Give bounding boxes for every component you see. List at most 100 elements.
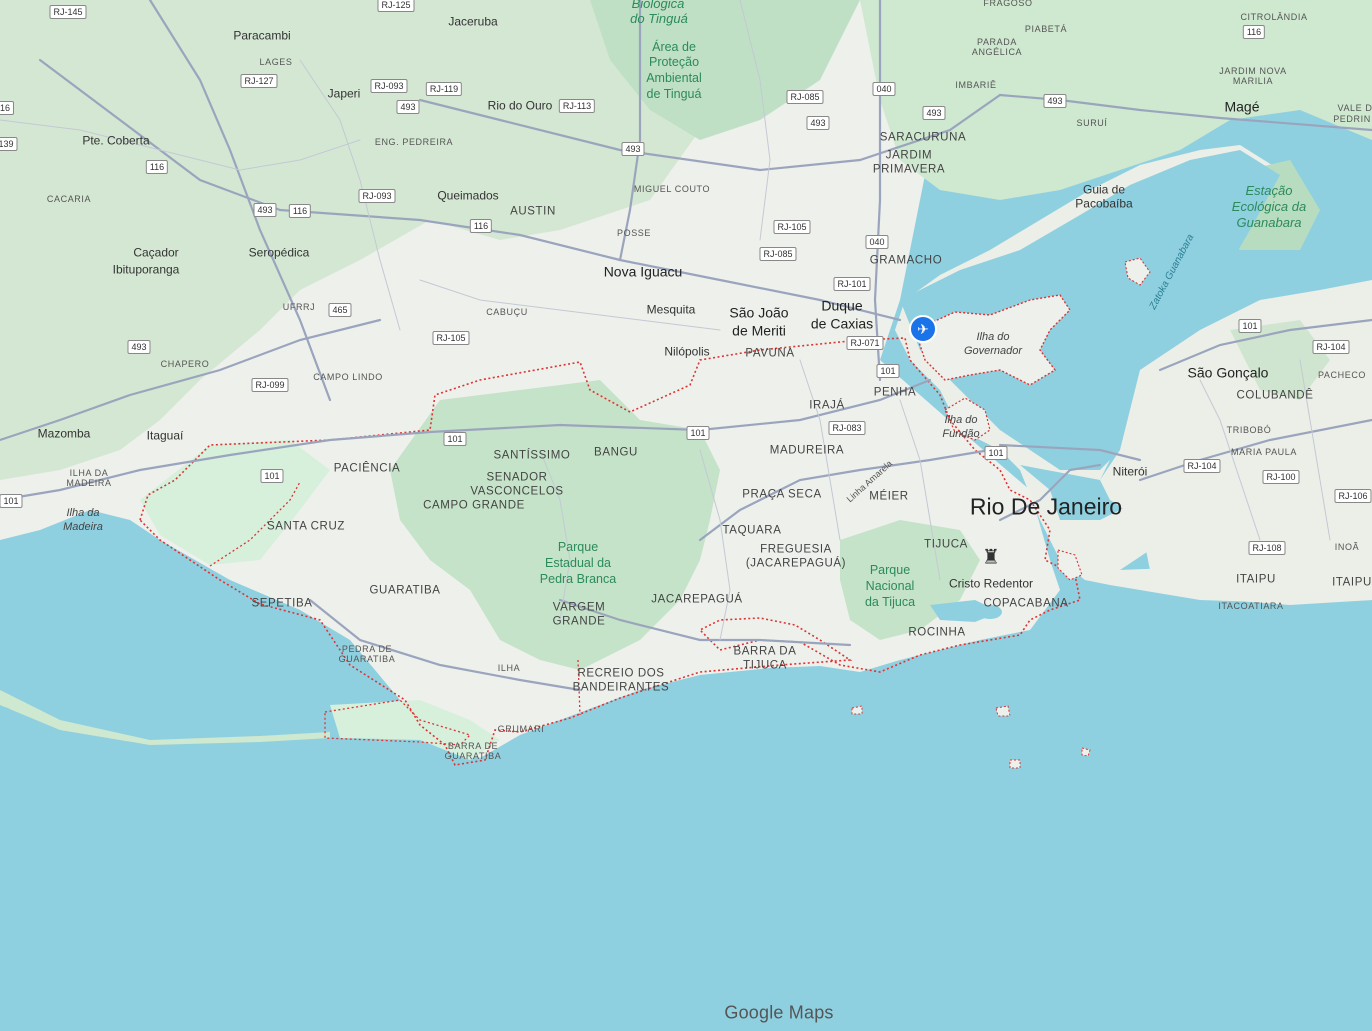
island-label-governador-1[interactable]: Ilha do [976, 331, 1009, 343]
landmark-label-cristo-redentor[interactable]: Cristo Redentor [949, 577, 1033, 590]
hood-label-santa-cruz[interactable]: SANTA CRUZ [267, 521, 345, 534]
town-label-nilopolis[interactable]: Nilópolis [664, 345, 709, 358]
small-label-vale-1[interactable]: VALE D [1338, 103, 1372, 114]
town-label-guia-2[interactable]: Pacobaíba [1075, 197, 1132, 210]
city-label-nova-iguacu[interactable]: Nova Iguacu [604, 263, 683, 279]
city-label-sao-goncalo[interactable]: São Gonçalo [1188, 364, 1269, 380]
park-label-estacao-1[interactable]: Estação [1246, 183, 1293, 198]
park-label-pedra-branca-1[interactable]: Parque [558, 540, 598, 555]
town-label-niteroi[interactable]: Niterói [1113, 465, 1148, 478]
small-label-surui[interactable]: SURUÍ [1076, 118, 1107, 129]
hood-label-copacabana[interactable]: COPACABANA [983, 598, 1068, 611]
park-label-area-2[interactable]: Proteção [649, 55, 699, 70]
park-label-area-1[interactable]: Área de [652, 40, 696, 55]
small-label-parada-2[interactable]: ANGÉLICA [972, 47, 1022, 58]
hood-label-rocinha[interactable]: ROCINHA [908, 627, 965, 640]
small-label-miguel-couto[interactable]: MIGUEL COUTO [634, 184, 710, 195]
town-label-jaceruba[interactable]: Jaceruba [448, 15, 497, 28]
town-label-queimados[interactable]: Queimados [437, 189, 498, 202]
town-label-pte-coberta[interactable]: Pte. Coberta [82, 134, 149, 147]
park-label-biologica-2[interactable]: do Tinguá [630, 11, 688, 26]
hood-label-penha[interactable]: PENHA [874, 387, 917, 400]
park-label-biologica-1[interactable]: Biológica [632, 0, 685, 11]
small-label-campo-lindo[interactable]: CAMPO LINDO [313, 372, 383, 383]
small-label-jardim-nova-2[interactable]: MARILIA [1233, 76, 1273, 87]
small-label-citrolandia[interactable]: CITROLÂNDIA [1240, 12, 1307, 23]
map-canvas[interactable]: ✈ ♜ Rio De Janeiro Cristo Redentor Nova … [0, 0, 1372, 1031]
statue-icon[interactable]: ♜ [982, 545, 1000, 570]
hood-label-guaratiba[interactable]: GUARATIBA [369, 585, 440, 598]
hood-label-colubande[interactable]: COLUBANDÊ [1237, 390, 1314, 403]
town-label-mesquita[interactable]: Mesquita [647, 303, 696, 316]
hood-label-santissimo[interactable]: SANTÍSSIMO [494, 450, 571, 463]
city-label-duque-2[interactable]: de Caxias [811, 315, 873, 331]
city-label-sao-joao-2[interactable]: de Meriti [732, 322, 786, 338]
town-label-guia-1[interactable]: Guia de [1083, 183, 1125, 196]
small-label-tribobo[interactable]: TRIBOBÓ [1227, 425, 1272, 436]
hood-label-jacarepagua[interactable]: JACAREPAGUÁ [651, 594, 742, 607]
park-label-estacao-3[interactable]: Guanabara [1236, 215, 1301, 230]
town-label-ibituporanga[interactable]: Ibituporanga [113, 263, 180, 276]
hood-label-fragoso[interactable]: FRAGOSO [983, 0, 1032, 9]
island-label-madeira-2[interactable]: Madeira [63, 521, 103, 533]
hood-label-jacarepagua-paren[interactable]: (JACAREPAGUÁ) [746, 558, 846, 571]
park-label-area-4[interactable]: de Tinguá [647, 87, 702, 102]
hood-label-pavuna[interactable]: PAVUNA [745, 348, 794, 361]
hood-label-paciencia[interactable]: PACIÊNCIA [334, 463, 401, 476]
town-label-seropedica[interactable]: Seropédica [249, 246, 310, 259]
hood-label-itaipu-2[interactable]: ITAIPU [1332, 577, 1372, 590]
hood-label-vargem-2[interactable]: GRANDE [553, 616, 606, 629]
hood-label-freguesia[interactable]: FREGUESIA [760, 544, 832, 557]
island-label-fundao-1[interactable]: Ilha do [944, 414, 977, 426]
park-label-pedra-branca-2[interactable]: Estadual da [545, 556, 611, 571]
hood-label-iraja[interactable]: IRAJÁ [809, 400, 845, 413]
hood-label-barra-1[interactable]: BARRA DA [734, 646, 797, 659]
airplane-icon[interactable]: ✈ [909, 315, 937, 343]
hood-label-vargem-1[interactable]: VARGEM [553, 602, 606, 615]
park-label-estacao-2[interactable]: Ecológica da [1232, 199, 1306, 214]
small-label-maria-paula[interactable]: MARIA PAULA [1231, 447, 1297, 458]
hood-label-tijuca[interactable]: TIJUCA [924, 539, 968, 552]
hood-label-senador[interactable]: SENADOR [486, 472, 547, 485]
hood-label-recreio-1[interactable]: RECREIO DOS [577, 668, 664, 681]
hood-label-campo-grande[interactable]: CAMPO GRANDE [423, 500, 525, 513]
island-label-fundao-2[interactable]: Fundão [942, 428, 979, 440]
park-label-tijuca-1[interactable]: Parque [870, 563, 910, 578]
small-label-grumari[interactable]: GRUMARI [498, 724, 545, 735]
town-label-paracambi[interactable]: Paracambi [233, 29, 290, 42]
small-label-ilha[interactable]: ILHA [498, 663, 520, 674]
town-label-rio-do-ouro[interactable]: Rio do Ouro [488, 99, 553, 112]
island-label-madeira-1[interactable]: Ilha da [66, 507, 99, 519]
town-label-cacador[interactable]: Caçador [133, 246, 178, 259]
small-label-vale-2[interactable]: PEDRIN [1333, 114, 1371, 125]
small-label-imbarie[interactable]: IMBARIÊ [955, 80, 996, 91]
small-label-cabucu[interactable]: CABUÇU [486, 307, 528, 318]
small-label-cacaria[interactable]: CACARIA [47, 194, 91, 205]
park-label-area-3[interactable]: Ambiental [646, 71, 702, 86]
town-label-itaguai[interactable]: Itaguaí [147, 429, 184, 442]
island-label-governador-2[interactable]: Governador [964, 345, 1022, 357]
small-label-ilha-da-madeira-2[interactable]: MADEIRA [66, 478, 111, 489]
hood-label-vasconcelos[interactable]: VASCONCELOS [470, 486, 563, 499]
small-label-pedra-2[interactable]: GUARATIBA [339, 654, 396, 665]
hood-label-sepetiba[interactable]: SEPETIBA [251, 598, 312, 611]
city-label-mage[interactable]: Magé [1224, 98, 1259, 114]
hood-label-jardim[interactable]: JARDIM [886, 150, 932, 163]
small-label-lages[interactable]: LAGES [259, 57, 292, 68]
small-label-eng-pedreira[interactable]: ENG. PEDREIRA [375, 137, 453, 148]
park-label-pedra-branca-3[interactable]: Pedra Branca [540, 572, 616, 587]
hood-label-barra-2[interactable]: TIJUCA [743, 660, 787, 673]
small-label-itacoatiara[interactable]: ITACOATIARA [1218, 601, 1283, 612]
small-label-piabeta[interactable]: PIABETÁ [1025, 24, 1067, 35]
hood-label-madureira[interactable]: MADUREIRA [770, 445, 844, 458]
park-label-tijuca-3[interactable]: da Tijuca [865, 595, 915, 610]
city-label-duque-1[interactable]: Duque [821, 297, 862, 313]
small-label-chapero[interactable]: CHAPERO [161, 359, 210, 370]
hood-label-taquara[interactable]: TAQUARA [723, 525, 782, 538]
city-label-sao-joao-1[interactable]: São João [729, 304, 788, 320]
hood-label-austin[interactable]: AUSTIN [510, 206, 556, 219]
town-label-mazomba[interactable]: Mazomba [38, 427, 91, 440]
hood-label-saracuruna[interactable]: SARACURUNA [880, 132, 967, 145]
town-label-japeri[interactable]: Japeri [328, 87, 361, 100]
hood-label-praca-seca[interactable]: PRAÇA SECA [742, 489, 822, 502]
